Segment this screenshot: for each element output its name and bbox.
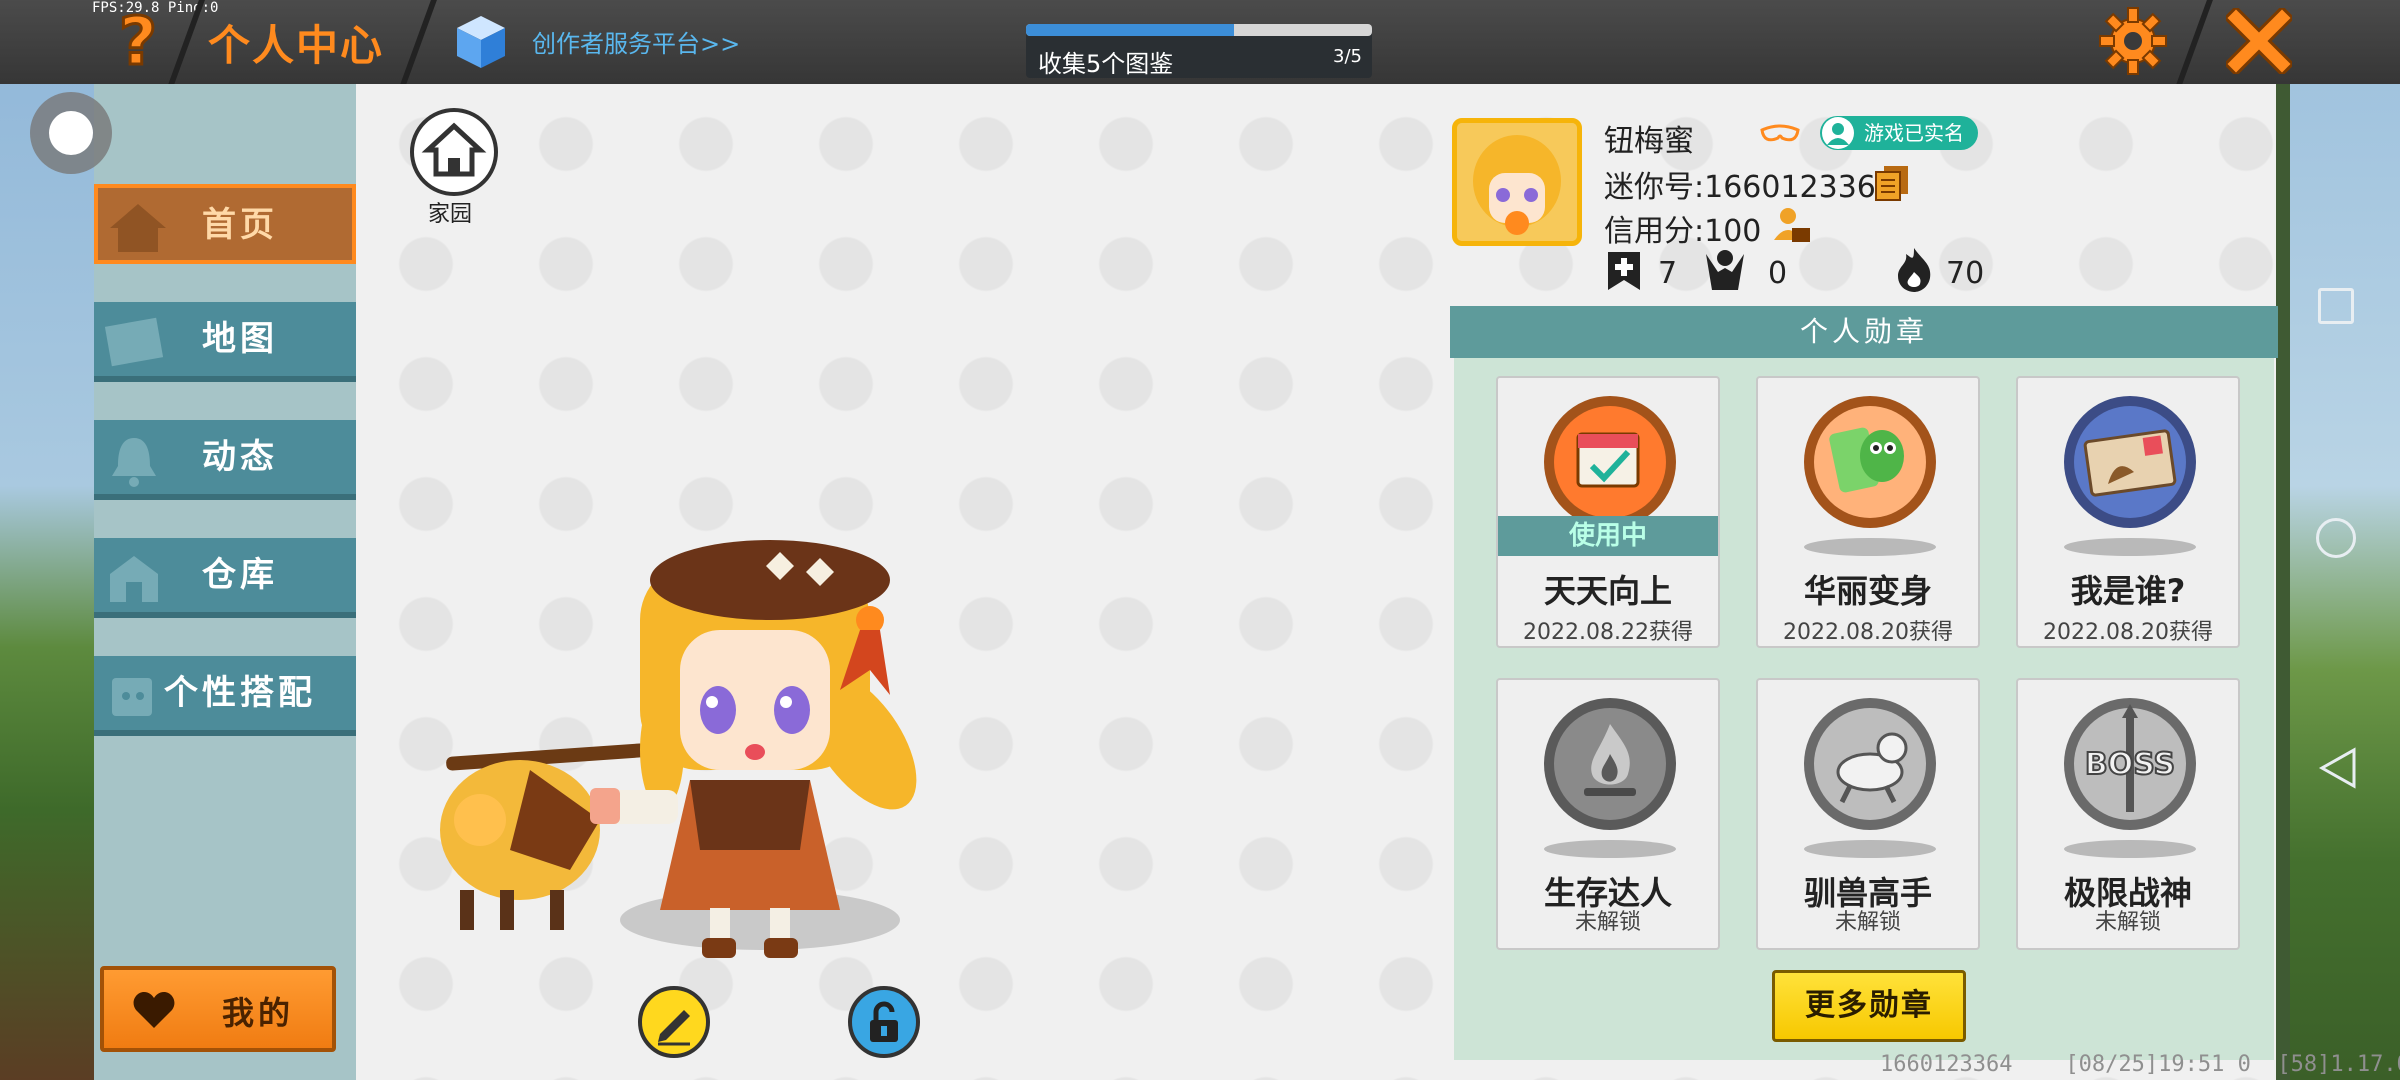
unlock-button[interactable]	[848, 986, 920, 1058]
fans-icon[interactable]	[1704, 248, 1744, 290]
in-use-label: 使用中	[1498, 516, 1718, 556]
player-avatar-model	[440, 520, 1060, 1000]
sidebar-item-label: 首页	[202, 205, 278, 245]
my-button[interactable]: 我的	[100, 966, 336, 1052]
credit-person-icon[interactable]	[1770, 204, 1812, 246]
flame-icon[interactable]	[1894, 246, 1934, 292]
badge-name: 天天向上	[1543, 572, 1672, 610]
badge-locked-status: 未解锁	[1834, 910, 1901, 935]
collection-count: 3/5	[1333, 46, 1362, 67]
badge-date: 2022.08.22获得	[1523, 620, 1693, 645]
help-icon[interactable]: ?	[108, 2, 168, 82]
mask-icon[interactable]	[1760, 124, 1800, 146]
sidebar-item-map[interactable]: 地图	[94, 302, 356, 382]
calendar-medal-icon	[1544, 396, 1676, 528]
fans-count: 0	[1768, 256, 1788, 291]
profile-avatar[interactable]	[1452, 118, 1582, 246]
add-friend-icon[interactable]	[1604, 250, 1644, 292]
badge-card-beast-tamer[interactable]: 驯兽高手 未解锁	[1756, 678, 1980, 950]
collection-progress-fill	[1026, 24, 1234, 36]
collection-progress[interactable]: 收集5个图鉴 3/5	[1026, 24, 1372, 78]
pet-sheep	[440, 743, 646, 930]
profile-nickname: 钮梅蜜	[1604, 124, 1694, 159]
pencil-icon	[658, 1010, 690, 1046]
more-badges-button[interactable]: 更多勋章	[1772, 970, 1966, 1042]
sidebar-item-label: 仓库	[202, 555, 278, 595]
medal-shadow	[1544, 840, 1676, 858]
badge-name: 华丽变身	[1803, 572, 1932, 610]
collection-progress-bar	[1026, 24, 1372, 36]
cube-icon[interactable]	[455, 14, 507, 70]
unlock-icon	[870, 1001, 898, 1042]
creator-platform-link[interactable]: 创作者服务平台>>	[532, 24, 740, 59]
badge-date: 2022.08.20获得	[2043, 620, 2213, 645]
medal-shadow	[2064, 840, 2196, 858]
horse-medal-icon	[1804, 698, 1936, 830]
boss-sword-medal-icon: BOSS	[2064, 698, 2196, 830]
house-icon	[421, 122, 487, 177]
badge-card-who-am-i[interactable]: 我是谁? 2022.08.20获得	[2016, 376, 2240, 648]
footer-info: 1660123364 [08/25]19:51 0 [58]1.17.0	[1880, 1052, 2400, 1077]
record-dot-icon	[49, 111, 93, 155]
heart-icon	[133, 992, 175, 1028]
badge-name: 我是谁?	[2070, 572, 2186, 610]
friend-count: 7	[1658, 256, 1678, 291]
back-triangle-icon[interactable]	[2318, 746, 2358, 790]
campfire-medal-icon	[1544, 698, 1676, 830]
sidebar-item-feed[interactable]: 动态	[94, 420, 356, 500]
badge-locked-status: 未解锁	[2094, 910, 2161, 935]
postcard-medal-icon	[2064, 396, 2196, 528]
sidebar-item-label: 个性搭配	[164, 673, 316, 713]
sidebar-item-label: 动态	[202, 437, 278, 477]
badge-card-ultimate-warrior[interactable]: BOSS 极限战神 未解锁	[2016, 678, 2240, 950]
credit-score: 信用分:100	[1604, 214, 1762, 249]
gear-icon[interactable]	[2098, 6, 2168, 76]
svg-text:BOSS: BOSS	[2085, 747, 2175, 782]
edit-button[interactable]	[638, 986, 710, 1058]
home-circle-icon[interactable]	[2316, 518, 2356, 558]
homeland-button[interactable]	[410, 108, 498, 196]
sidebar-item-home[interactable]: 首页	[94, 184, 356, 264]
recent-apps-icon[interactable]	[2318, 288, 2354, 324]
my-button-label: 我的	[222, 994, 295, 1032]
badge-card-daily-progress[interactable]: 使用中 天天向上 2022.08.22获得	[1496, 376, 1720, 648]
mini-id: 迷你号:1660123364	[1604, 170, 1895, 205]
page-title: 个人中心	[208, 21, 385, 70]
sidebar-item-warehouse[interactable]: 仓库	[94, 538, 356, 618]
svg-text:?: ?	[119, 6, 157, 76]
sidebar-item-outfit[interactable]: 个性搭配	[94, 656, 356, 736]
badges-header: 个人勋章	[1450, 306, 2278, 358]
badge-locked-status: 未解锁	[1574, 910, 1641, 935]
popularity-count: 70	[1946, 256, 1985, 291]
badge-date: 2022.08.20获得	[1783, 620, 1953, 645]
homeland-label: 家园	[428, 202, 473, 227]
verified-person-icon	[1822, 117, 1854, 149]
medal-shadow	[1804, 840, 1936, 858]
sidebar-item-label: 地图	[202, 319, 278, 359]
close-icon[interactable]	[2223, 5, 2295, 77]
medal-shadow	[2064, 538, 2196, 556]
medal-shadow	[1804, 538, 1936, 556]
badge-card-survivor[interactable]: 生存达人 未解锁	[1496, 678, 1720, 950]
collection-label: 收集5个图鉴	[1038, 50, 1174, 78]
screen-record-button[interactable]	[30, 92, 112, 174]
copy-icon[interactable]	[1874, 164, 1910, 202]
dino-medal-icon	[1804, 396, 1936, 528]
badge-card-transform[interactable]: 华丽变身 2022.08.20获得	[1756, 376, 1980, 648]
